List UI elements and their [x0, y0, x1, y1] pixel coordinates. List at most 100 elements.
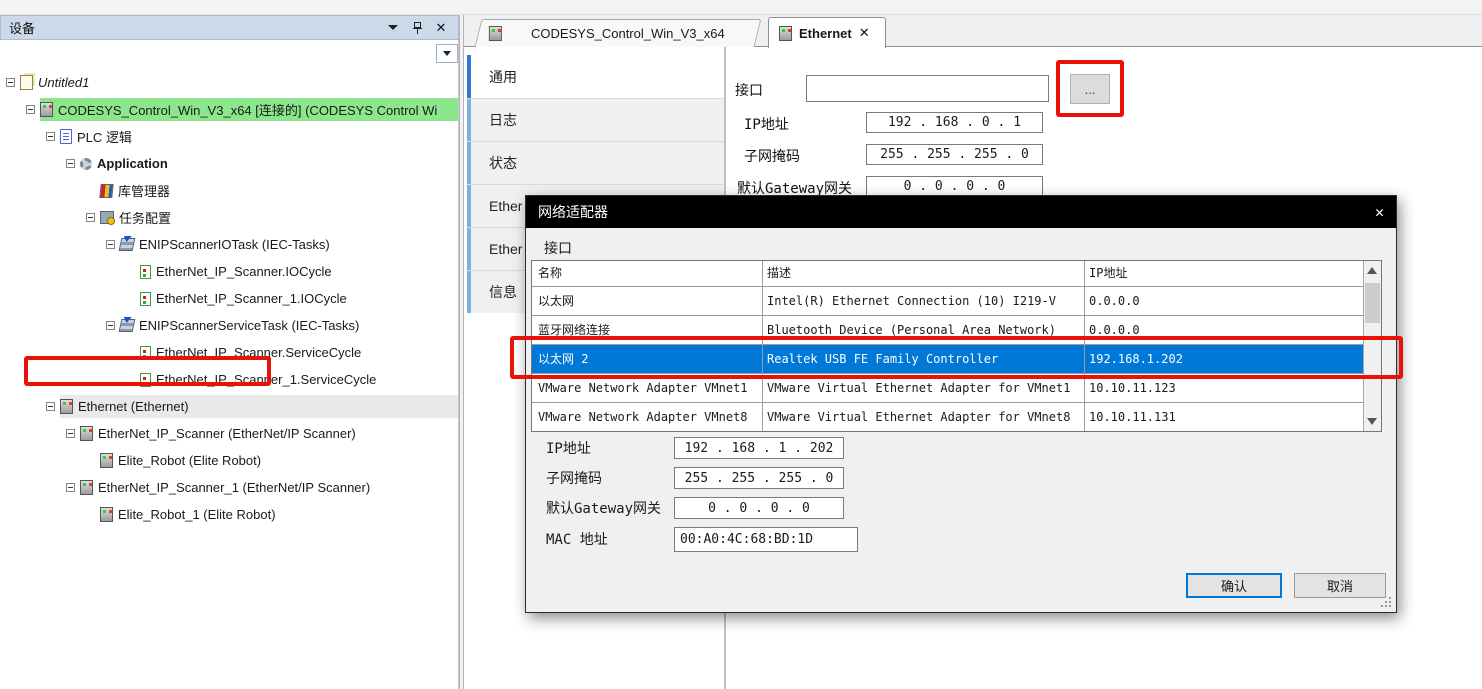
- project-icon: [20, 75, 33, 90]
- tree-item-scanner-servicecycle[interactable]: EtherNet_IP_Scanner.ServiceCycle: [0, 339, 458, 366]
- expander-icon[interactable]: [66, 429, 75, 438]
- table-row[interactable]: 蓝牙网络连接 Bluetooth Device (Personal Area N…: [532, 316, 1363, 345]
- device-icon: [100, 453, 113, 468]
- dialog-default-gateway-label: 默认Gateway网关: [546, 498, 661, 520]
- table-row[interactable]: VMware Network Adapter VMnet8 VMware Vir…: [532, 403, 1363, 431]
- expander-icon[interactable]: [106, 321, 115, 330]
- ip-address-field[interactable]: 192 . 168 . 0 . 1: [866, 112, 1043, 133]
- tree-item-enip-service-task[interactable]: ENIPScannerServiceTask (IEC-Tasks): [0, 312, 458, 339]
- pou-call-icon: [140, 346, 151, 360]
- close-icon: ✕: [436, 21, 447, 34]
- pin-icon: [413, 22, 422, 34]
- expander-icon[interactable]: [86, 213, 95, 222]
- task-icon: [119, 319, 136, 332]
- panel-dropdown-button[interactable]: [436, 44, 458, 63]
- adapter-table-header: 名称 描述 IP地址: [532, 261, 1363, 287]
- devices-panel-title: 设备: [9, 18, 378, 37]
- expander-icon[interactable]: [6, 78, 15, 87]
- expander-icon[interactable]: [46, 402, 55, 411]
- subnet-mask-label: 子网掩码: [744, 146, 800, 166]
- codesys-window: 设备 ✕ Untitled1 CODESYS_Control_Win_V3_x6…: [0, 0, 1482, 689]
- dialog-ip-address-label: IP地址: [546, 438, 591, 460]
- cancel-button[interactable]: 取消: [1294, 573, 1386, 598]
- table-row-selected[interactable]: 以太网 2 Realtek USB FE Family Controller 1…: [532, 345, 1363, 374]
- resize-grip[interactable]: [1381, 597, 1391, 607]
- expander-icon[interactable]: [66, 483, 75, 492]
- expander-icon[interactable]: [26, 105, 35, 114]
- tree-item-application[interactable]: Application: [0, 150, 458, 177]
- tab-ethernet[interactable]: Ethernet ✕: [768, 17, 886, 48]
- side-tab-log[interactable]: 日志: [467, 98, 725, 141]
- default-gateway-field[interactable]: 0 . 0 . 0 . 0: [866, 176, 1043, 197]
- gear-icon: [80, 158, 92, 170]
- device-icon: [80, 480, 93, 495]
- subnet-mask-field[interactable]: 255 . 255 . 255 . 0: [866, 144, 1043, 165]
- table-scrollbar[interactable]: [1363, 261, 1381, 431]
- dialog-close-icon[interactable]: ✕: [1375, 203, 1384, 221]
- library-icon: [99, 184, 113, 198]
- pou-call-icon: [140, 373, 151, 387]
- pou-call-icon: [140, 292, 151, 306]
- interface-input[interactable]: [806, 75, 1049, 102]
- devices-panel: 设备 ✕ Untitled1 CODESYS_Control_Win_V3_x6…: [0, 15, 459, 689]
- tree-item-plc-logic[interactable]: PLC 逻辑: [0, 123, 458, 150]
- confirm-button[interactable]: 确认: [1186, 573, 1282, 598]
- tab-close-icon[interactable]: ✕: [859, 25, 870, 41]
- tree-item-enip-io-task[interactable]: ENIPScannerIOTask (IEC-Tasks): [0, 231, 458, 258]
- devices-panel-header: 设备 ✕: [0, 15, 459, 40]
- table-row[interactable]: VMware Network Adapter VMnet1 VMware Vir…: [532, 374, 1363, 403]
- device-icon: [40, 102, 53, 117]
- chevron-down-icon: [443, 51, 451, 56]
- tree-item-scanner1-iocycle[interactable]: EtherNet_IP_Scanner_1.IOCycle: [0, 285, 458, 312]
- panel-close-button[interactable]: ✕: [432, 20, 450, 36]
- device-icon: [60, 399, 73, 414]
- tree-item-scanner1-servicecycle[interactable]: EtherNet_IP_Scanner_1.ServiceCycle: [0, 366, 458, 393]
- dialog-titlebar[interactable]: 网络适配器 ✕: [526, 196, 1396, 228]
- tree-item-plc-device[interactable]: CODESYS_Control_Win_V3_x64 [连接的] (CODESY…: [0, 96, 458, 123]
- panel-pin-button[interactable]: [408, 20, 426, 36]
- plc-logic-icon: [60, 129, 72, 144]
- column-header-description[interactable]: 描述: [763, 261, 1085, 286]
- dialog-subnet-mask-field[interactable]: 255 . 255 . 255 . 0: [674, 467, 844, 489]
- side-tab-general[interactable]: 通用: [467, 55, 725, 98]
- dialog-default-gateway-field[interactable]: 0 . 0 . 0 . 0: [674, 497, 844, 519]
- tree-item-task-configuration[interactable]: 任务配置: [0, 204, 458, 231]
- tree-item-elite-robot-1[interactable]: Elite_Robot_1 (Elite Robot): [0, 501, 458, 528]
- column-header-ip[interactable]: IP地址: [1085, 261, 1363, 286]
- dialog-mac-address-label: MAC 地址: [546, 529, 608, 551]
- dialog-ip-address-field[interactable]: 192 . 168 . 1 . 202: [674, 437, 844, 459]
- side-tab-status[interactable]: 状态: [467, 141, 725, 184]
- tree-item-elite-robot[interactable]: Elite_Robot (Elite Robot): [0, 447, 458, 474]
- column-header-name[interactable]: 名称: [532, 261, 763, 286]
- device-icon: [100, 507, 113, 522]
- adapter-table: 名称 描述 IP地址 以太网 Intel(R) Ethernet Connect…: [531, 260, 1382, 432]
- tree-item-scanner-iocycle[interactable]: EtherNet_IP_Scanner.IOCycle: [0, 258, 458, 285]
- tree-item-ethernet[interactable]: Ethernet (Ethernet): [0, 393, 458, 420]
- chevron-down-icon: [388, 25, 398, 30]
- device-icon: [779, 26, 792, 41]
- scroll-up-icon[interactable]: [1367, 267, 1377, 274]
- dialog-mac-address-field[interactable]: 00:A0:4C:68:BD:1D: [674, 527, 858, 552]
- expander-icon[interactable]: [66, 159, 75, 168]
- network-adapter-dialog: 网络适配器 ✕ 接口 名称 描述 IP地址 以太网 Intel(R) Ether…: [525, 195, 1397, 613]
- table-row[interactable]: 以太网 Intel(R) Ethernet Connection (10) I2…: [532, 287, 1363, 316]
- device-icon: [80, 426, 93, 441]
- device-icon: [489, 26, 502, 41]
- panel-menu-button[interactable]: [384, 20, 402, 36]
- dialog-section-label: 接口: [544, 238, 572, 258]
- browse-button[interactable]: ...: [1070, 74, 1110, 104]
- tree-item-project[interactable]: Untitled1: [0, 69, 458, 96]
- ip-address-label: IP地址: [744, 114, 789, 134]
- document-tabbar: CODESYS_Control_Win_V3_x64 Ethernet ✕: [464, 15, 1482, 47]
- tree-item-library-manager[interactable]: 库管理器: [0, 177, 458, 204]
- expander-icon[interactable]: [106, 240, 115, 249]
- scrollbar-thumb[interactable]: [1365, 283, 1380, 323]
- scroll-down-icon[interactable]: [1367, 418, 1377, 425]
- expander-icon[interactable]: [46, 132, 55, 141]
- device-tree: Untitled1 CODESYS_Control_Win_V3_x64 [连接…: [0, 40, 458, 689]
- tree-item-ethernet-ip-scanner[interactable]: EtherNet_IP_Scanner (EtherNet/IP Scanner…: [0, 420, 458, 447]
- tree-item-ethernet-ip-scanner-1[interactable]: EtherNet_IP_Scanner_1 (EtherNet/IP Scann…: [0, 474, 458, 501]
- dialog-title: 网络适配器: [538, 202, 1375, 222]
- window-chrome-strip: [0, 0, 1482, 15]
- tab-codesys-control[interactable]: CODESYS_Control_Win_V3_x64: [475, 19, 762, 47]
